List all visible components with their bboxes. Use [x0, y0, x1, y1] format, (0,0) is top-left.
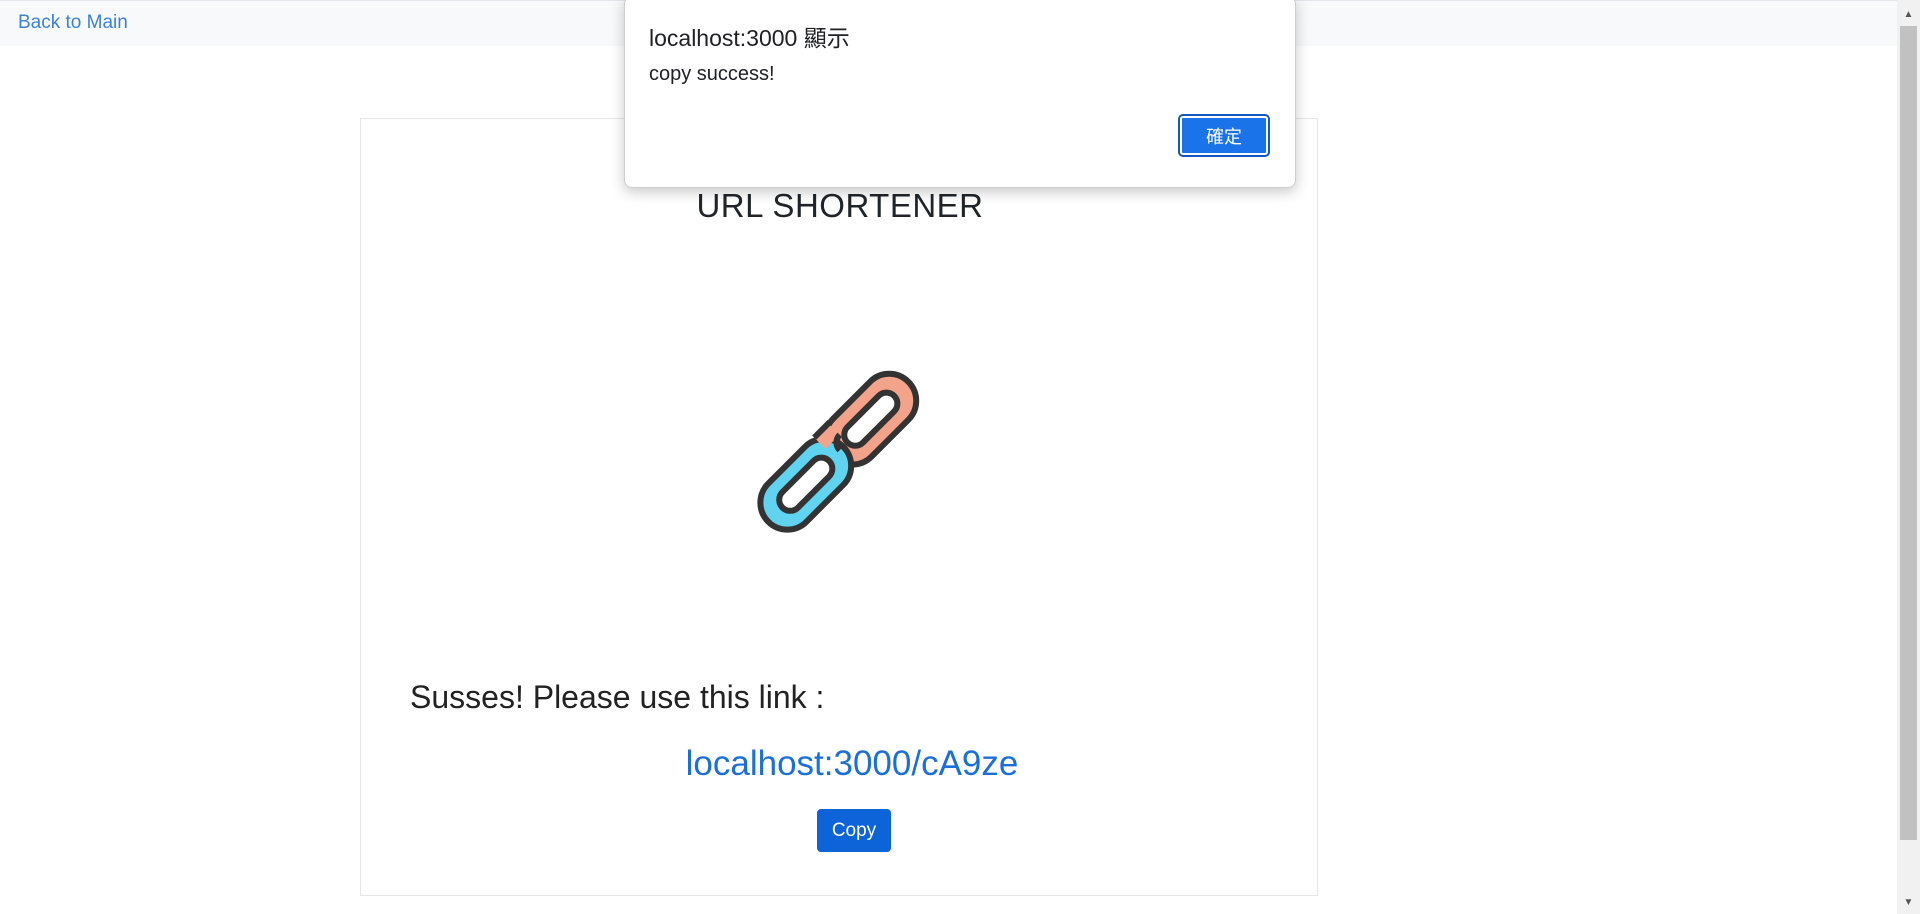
short-link[interactable]: localhost:3000/cA9ze: [686, 744, 1019, 784]
copy-button[interactable]: Copy: [817, 809, 891, 852]
page-title: URL SHORTENER: [361, 187, 1317, 225]
scroll-up-arrow-icon[interactable]: ▲: [1897, 4, 1920, 24]
scroll-down-arrow-icon[interactable]: ▼: [1897, 892, 1920, 912]
dialog-title: localhost:3000 顯示: [649, 25, 850, 51]
scrollbar-thumb[interactable]: [1900, 26, 1917, 840]
back-to-main-link[interactable]: Back to Main: [18, 12, 128, 34]
short-link-row: localhost:3000/cA9ze: [361, 744, 1317, 784]
dialog-message: copy success!: [649, 63, 775, 85]
success-message: Susses! Please use this link :: [410, 679, 825, 715]
dialog-ok-button[interactable]: 確定: [1178, 114, 1270, 157]
url-shortener-card: URL SHORTENER Susses! Please use this li…: [360, 118, 1318, 896]
chain-link-icon: [757, 370, 920, 533]
vertical-scrollbar[interactable]: ▲ ▼: [1897, 0, 1920, 914]
page-title-text: URL SHORTENER: [696, 187, 984, 224]
page: Back to Main URL SHORTENER Susses! Pleas…: [0, 0, 1920, 914]
alert-dialog: localhost:3000 顯示 copy success! 確定: [624, 0, 1296, 188]
